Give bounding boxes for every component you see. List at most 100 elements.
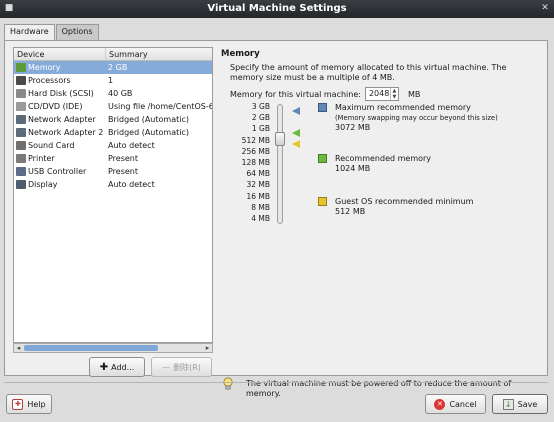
title-bar: ■ Virtual Machine Settings ✕	[0, 0, 554, 18]
legend-note: (Memory swapping may occur beyond this s…	[335, 114, 498, 122]
cd-dvd-icon	[16, 102, 26, 111]
device-name: Memory	[28, 63, 61, 72]
memory-section-title: Memory	[221, 49, 260, 59]
footer-separator	[4, 382, 548, 383]
device-name: Printer	[28, 154, 55, 163]
device-list[interactable]: Device Summary Memory 2 GB Processors 1 Hard…	[13, 47, 213, 343]
sound-card-icon	[16, 141, 26, 150]
network-adapter-icon	[16, 128, 26, 137]
legend-label: Maximum recommended memory	[335, 103, 471, 112]
memory-icon	[16, 63, 26, 72]
column-header-summary[interactable]: Summary	[106, 48, 148, 60]
device-row[interactable]: CD/DVD (IDE) Using file /home/CentOS-6	[14, 100, 212, 113]
device-summary: Auto detect	[108, 141, 155, 150]
device-summary: Auto detect	[108, 180, 155, 189]
scrollbar-thumb[interactable]	[24, 345, 158, 351]
help-icon: ✚	[12, 398, 24, 410]
device-summary: Present	[108, 167, 139, 176]
device-summary: 1	[108, 76, 114, 85]
legend-label: Recommended memory	[335, 154, 432, 163]
close-icon[interactable]: ✕	[540, 3, 550, 14]
memory-size-value[interactable]: 2048	[369, 89, 389, 98]
device-row[interactable]: Display Auto detect	[14, 178, 212, 191]
cpu-icon	[16, 76, 26, 85]
scale-label: 1 GB	[251, 124, 270, 134]
add-button[interactable]: ✚ Add...	[89, 357, 145, 377]
scale-label: 512 MB	[241, 135, 270, 145]
device-list-header: Device Summary	[14, 48, 212, 61]
horizontal-scrollbar[interactable]: ◂ ▸	[13, 343, 213, 353]
legend-label: Guest OS recommended minimum	[335, 197, 474, 206]
scale-label: 128 MB	[241, 157, 270, 167]
legend-swatch-green	[318, 154, 327, 163]
device-name: Network Adapter 2	[28, 128, 104, 137]
lightbulb-icon	[223, 377, 233, 390]
memory-description: Specify the amount of memory allocated t…	[230, 63, 507, 82]
device-name: Hard Disk (SCSI)	[28, 89, 94, 98]
stepper-arrows-icon[interactable]: ▲ ▼	[389, 88, 398, 100]
scale-label: 8 MB	[251, 202, 270, 212]
dialog-body: Hardware Options Device Summary Memory 2 …	[0, 18, 554, 422]
device-name: Sound Card	[28, 141, 75, 150]
device-summary: Present	[108, 154, 139, 163]
display-icon	[16, 180, 26, 189]
device-row[interactable]: Printer Present	[14, 152, 212, 165]
scroll-left-icon[interactable]: ◂	[14, 344, 23, 352]
tab-bar: Hardware Options	[4, 24, 100, 41]
minus-icon: —	[162, 362, 171, 372]
cancel-button[interactable]: ✕ Cancel	[425, 394, 486, 414]
save-button-label: Save	[517, 399, 538, 409]
memory-scale-labels: 3 GB 2 GB 1 GB 512 MB 256 MB 128 MB 64 M…	[230, 102, 270, 225]
scale-label: 64 MB	[246, 169, 270, 179]
plus-icon: ✚	[99, 361, 109, 373]
memory-slider-thumb[interactable]	[275, 132, 285, 146]
device-name: Processors	[28, 76, 71, 85]
device-summary: 2 GB	[108, 63, 128, 72]
remove-button[interactable]: — 删除(R)	[151, 357, 212, 377]
cancel-button-label: Cancel	[449, 399, 477, 409]
device-name: Network Adapter	[28, 115, 96, 124]
printer-icon	[16, 154, 26, 163]
legend-swatch-yellow	[318, 197, 327, 206]
usb-icon	[16, 167, 26, 176]
device-row[interactable]: Hard Disk (SCSI) 40 GB	[14, 87, 212, 100]
memory-unit-label: MB	[407, 89, 421, 99]
device-row[interactable]: Processors 1	[14, 74, 212, 87]
memory-field-label: Memory for this virtual machine:	[230, 89, 361, 99]
device-row[interactable]: USB Controller Present	[14, 165, 212, 178]
save-button[interactable]: ↓ Save	[492, 394, 548, 414]
device-row[interactable]: Network Adapter Bridged (Automatic)	[14, 113, 212, 126]
scale-label: 256 MB	[241, 146, 270, 156]
memory-slider-track[interactable]	[277, 104, 283, 224]
device-name: Display	[28, 180, 58, 189]
device-summary: 40 GB	[108, 89, 133, 98]
hardware-panel: Device Summary Memory 2 GB Processors 1 Hard…	[4, 40, 548, 398]
device-row[interactable]: Sound Card Auto detect	[14, 139, 212, 152]
column-header-device[interactable]: Device	[14, 48, 106, 60]
device-rows: Memory 2 GB Processors 1 Hard Disk (SCSI) 40 …	[14, 61, 212, 191]
help-button[interactable]: ✚ Help	[6, 394, 52, 414]
guest-os-minimum-marker-icon	[292, 140, 300, 148]
tab-hardware[interactable]: Hardware	[4, 24, 55, 41]
memory-field-row: Memory for this virtual machine: 2048 ▲ ▼…	[230, 86, 420, 102]
device-row[interactable]: Memory 2 GB	[14, 61, 212, 74]
device-summary: Using file /home/CentOS-6	[108, 102, 212, 111]
memory-size-stepper[interactable]: 2048 ▲ ▼	[364, 87, 399, 101]
remove-button-label: 删除(R)	[173, 362, 201, 372]
hard-disk-icon	[16, 89, 26, 98]
scale-label: 2 GB	[251, 113, 270, 123]
window-title: Virtual Machine Settings	[207, 3, 347, 14]
scale-label: 4 MB	[251, 213, 270, 223]
legend-value: 1024 MB	[335, 164, 371, 173]
device-row[interactable]: Network Adapter 2 Bridged (Automatic)	[14, 126, 212, 139]
scroll-right-icon[interactable]: ▸	[203, 344, 212, 352]
network-adapter-icon	[16, 115, 26, 124]
max-recommended-marker-icon	[292, 107, 300, 115]
scale-label: 3 GB	[251, 102, 270, 111]
tab-options[interactable]: Options	[55, 24, 99, 40]
add-button-label: Add...	[111, 362, 135, 372]
device-name: CD/DVD (IDE)	[28, 102, 83, 111]
cancel-icon: ✕	[434, 398, 446, 410]
legend-value: 3072 MB	[335, 123, 371, 132]
scale-label: 32 MB	[246, 180, 270, 190]
